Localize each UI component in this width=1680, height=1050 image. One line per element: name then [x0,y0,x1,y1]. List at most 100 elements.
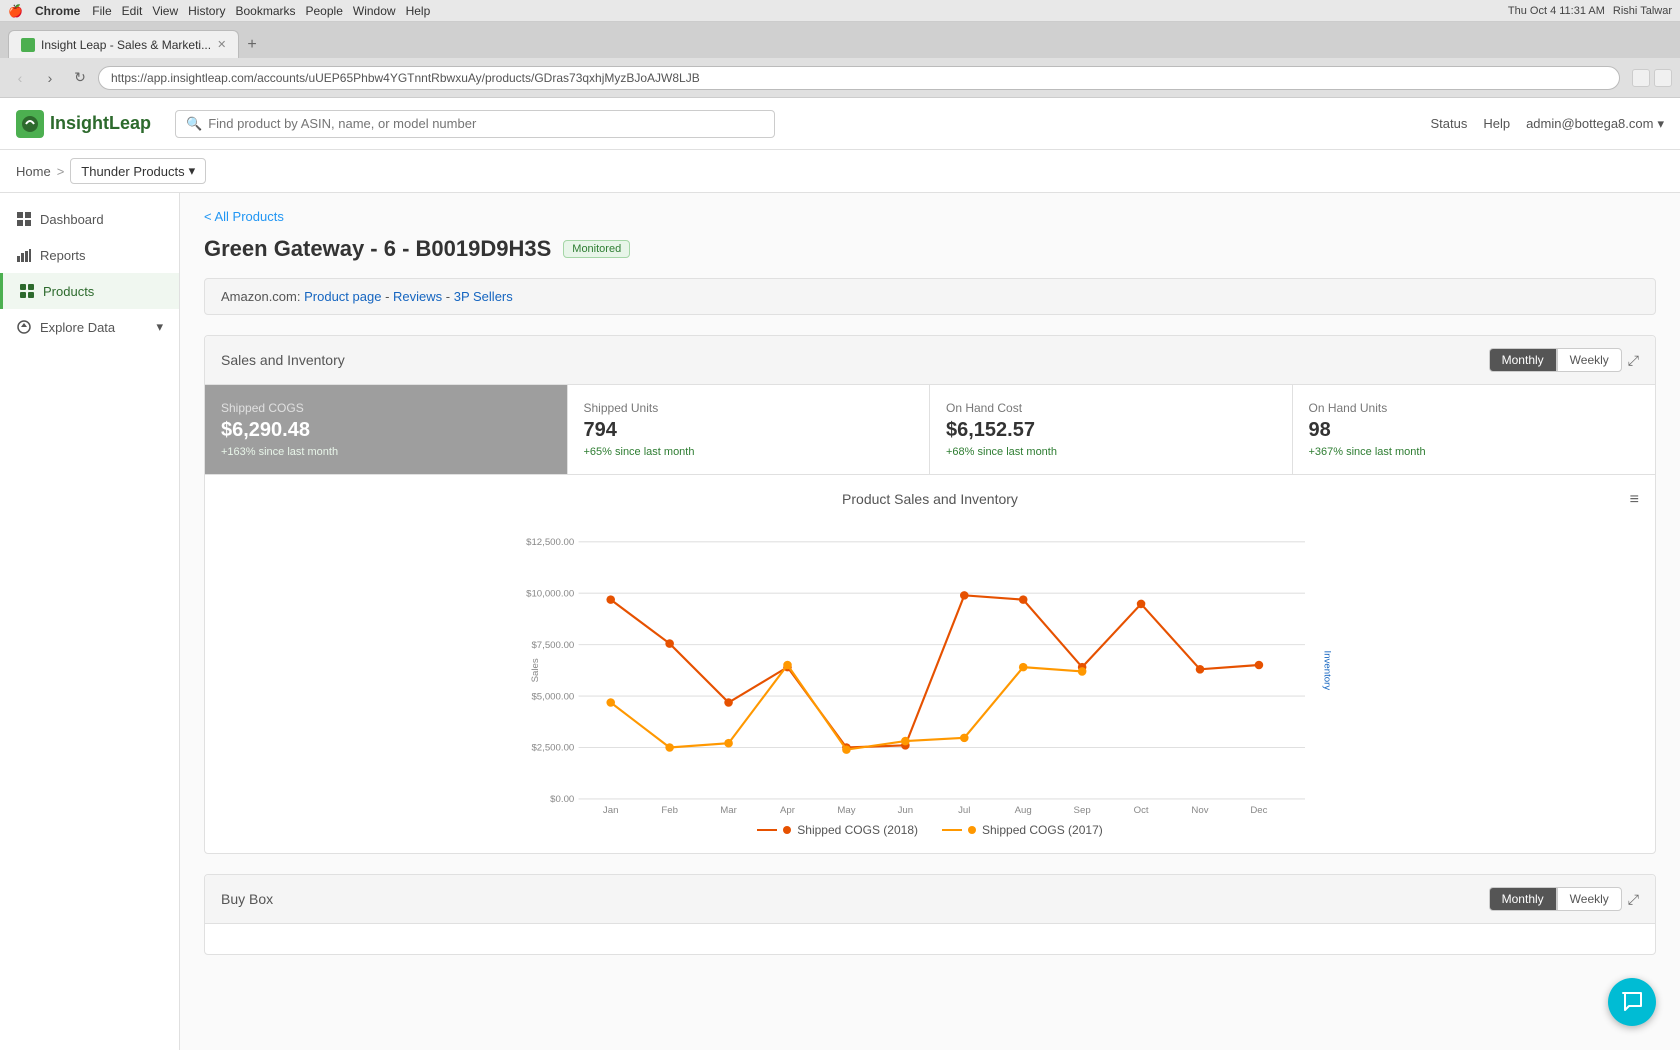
breadcrumb-separator: > [57,164,65,179]
svg-text:$10,000.00: $10,000.00 [526,588,574,599]
dropdown-chevron-icon: ▾ [189,163,196,179]
svg-text:Sales: Sales [530,658,541,682]
tab-label: Insight Leap - Sales & Marketi... [41,38,211,52]
svg-text:Aug: Aug [1015,805,1032,815]
tab-close-button[interactable]: ✕ [217,38,226,51]
sidebar-label-reports: Reports [40,248,86,263]
point-2017-0 [606,698,615,707]
svg-text:Dec: Dec [1250,805,1267,815]
breadcrumb: Home > Thunder Products ▾ [0,150,1680,193]
reviews-link[interactable]: Reviews [393,289,442,304]
3p-sellers-link[interactable]: 3P Sellers [454,289,513,304]
point-2018-9 [1137,600,1146,609]
bookmarks-menu[interactable]: Bookmarks [235,4,295,18]
back-to-products-link[interactable]: < All Products [204,209,1656,224]
svg-text:$0.00: $0.00 [550,794,574,805]
buy-box-content-placeholder [205,924,1655,954]
user-menu[interactable]: admin@bottega8.com ▾ [1526,116,1664,132]
svg-text:Oct: Oct [1134,805,1149,815]
point-2018-1 [665,639,674,648]
back-button[interactable]: ‹ [8,66,32,90]
sidebar-label-dashboard: Dashboard [40,212,104,227]
app-container: InsightLeap 🔍 Status Help admin@bottega8… [0,98,1680,1050]
x-axis: Jan Feb Mar Apr May Jun Jul Aug Sep Oct [603,805,1268,815]
amazon-prefix: Amazon.com: [221,289,300,304]
ext-icon-1 [1632,69,1650,87]
os-bar-right: Thu Oct 4 11:31 AM Rishi Talwar [1508,5,1672,17]
buy-box-expand-button[interactable]: ⤢ [1628,891,1639,908]
product-page-link[interactable]: Product page [304,289,381,304]
tab-favicon [21,38,35,52]
buy-box-weekly-toggle[interactable]: Weekly [1557,887,1622,911]
os-menu-items: File Edit View History Bookmarks People … [92,4,430,18]
sales-inventory-section: Sales and Inventory Monthly Weekly ⤢ Shi… [204,335,1656,854]
logo-svg [21,115,39,133]
new-tab-button[interactable]: + [239,32,264,58]
series-2018-line [611,595,1259,747]
svg-text:Mar: Mar [720,805,737,815]
help-link[interactable]: Help [1483,116,1510,131]
sidebar-item-products[interactable]: Products [0,273,179,309]
people-menu[interactable]: People [306,4,343,18]
point-2017-3 [783,661,792,670]
stat-value-on-hand-cost: $6,152.57 [946,419,1276,442]
user-email: admin@bottega8.com [1526,116,1653,131]
view-menu[interactable]: View [152,4,178,18]
header-right: Status Help admin@bottega8.com ▾ [1430,116,1664,132]
help-menu[interactable]: Help [406,4,431,18]
time-toggle: Monthly Weekly [1489,348,1622,372]
dashboard-icon [16,211,32,227]
product-title: Green Gateway - 6 - B0019D9H3S [204,236,551,262]
point-2017-4 [842,745,851,754]
chart-container: Product Sales and Inventory ≡ $0.00 $2,5… [205,475,1655,853]
reload-button[interactable]: ↻ [68,66,92,90]
window-menu[interactable]: Window [353,4,396,18]
os-bar-left: 🍎 Chrome File Edit View History Bookmark… [8,4,430,18]
amazon-links-bar: Amazon.com: Product page - Reviews - 3P … [204,278,1656,315]
stat-value-on-hand-units: 98 [1309,419,1640,442]
point-2018-7 [1019,595,1028,604]
point-2018-0 [606,595,615,604]
chat-button[interactable] [1608,978,1656,1026]
app-logo: InsightLeap [16,110,151,138]
stat-shipped-units: Shipped Units 794 +65% since last month [568,385,931,474]
os-user: Rishi Talwar [1613,5,1672,17]
point-2018-6 [960,591,969,600]
sidebar-item-reports[interactable]: Reports [0,237,179,273]
search-bar[interactable]: 🔍 [175,110,775,138]
buy-box-time-toggle: Monthly Weekly [1489,887,1622,911]
url-bar[interactable]: https://app.insightleap.com/accounts/uUE… [98,66,1620,90]
stat-change-shipped-units: +65% since last month [584,446,914,458]
search-input[interactable] [208,116,764,131]
breadcrumb-home[interactable]: Home [16,164,51,179]
browser-tab-active[interactable]: Insight Leap - Sales & Marketi... ✕ [8,30,239,58]
buy-box-monthly-toggle[interactable]: Monthly [1489,887,1557,911]
weekly-toggle-button[interactable]: Weekly [1557,348,1622,372]
forward-button[interactable]: › [38,66,62,90]
stats-row: Shipped COGS $6,290.48 +163% since last … [205,385,1655,475]
series-2017-line [611,665,1082,750]
amazon-sep-1: - [385,289,393,304]
chart-menu-button[interactable]: ≡ [1630,491,1639,509]
os-menu-bar: 🍎 Chrome File Edit View History Bookmark… [0,0,1680,22]
history-menu[interactable]: History [188,4,225,18]
datetime: Thu Oct 4 11:31 AM [1508,5,1605,17]
sidebar-item-dashboard[interactable]: Dashboard [0,201,179,237]
monthly-toggle-button[interactable]: Monthly [1489,348,1557,372]
account-dropdown[interactable]: Thunder Products ▾ [70,158,206,184]
expand-button[interactable]: ⤢ [1628,352,1639,369]
app-name[interactable]: Chrome [35,4,80,18]
svg-text:Apr: Apr [780,805,796,815]
monitored-badge: Monitored [563,240,630,258]
y-axis: $0.00 $2,500.00 $5,000.00 $7,500.00 $10,… [526,537,1305,805]
svg-text:Jul: Jul [958,805,970,815]
legend-line-2017 [942,829,962,831]
edit-menu[interactable]: Edit [122,4,143,18]
legend-dot-2018 [783,826,791,834]
svg-text:Inventory: Inventory [1321,651,1332,691]
svg-text:Sep: Sep [1074,805,1091,815]
file-menu[interactable]: File [92,4,111,18]
apple-menu[interactable]: 🍎 [8,4,23,18]
sidebar-item-explore[interactable]: Explore Data ▾ [0,309,179,345]
status-link[interactable]: Status [1430,116,1467,131]
